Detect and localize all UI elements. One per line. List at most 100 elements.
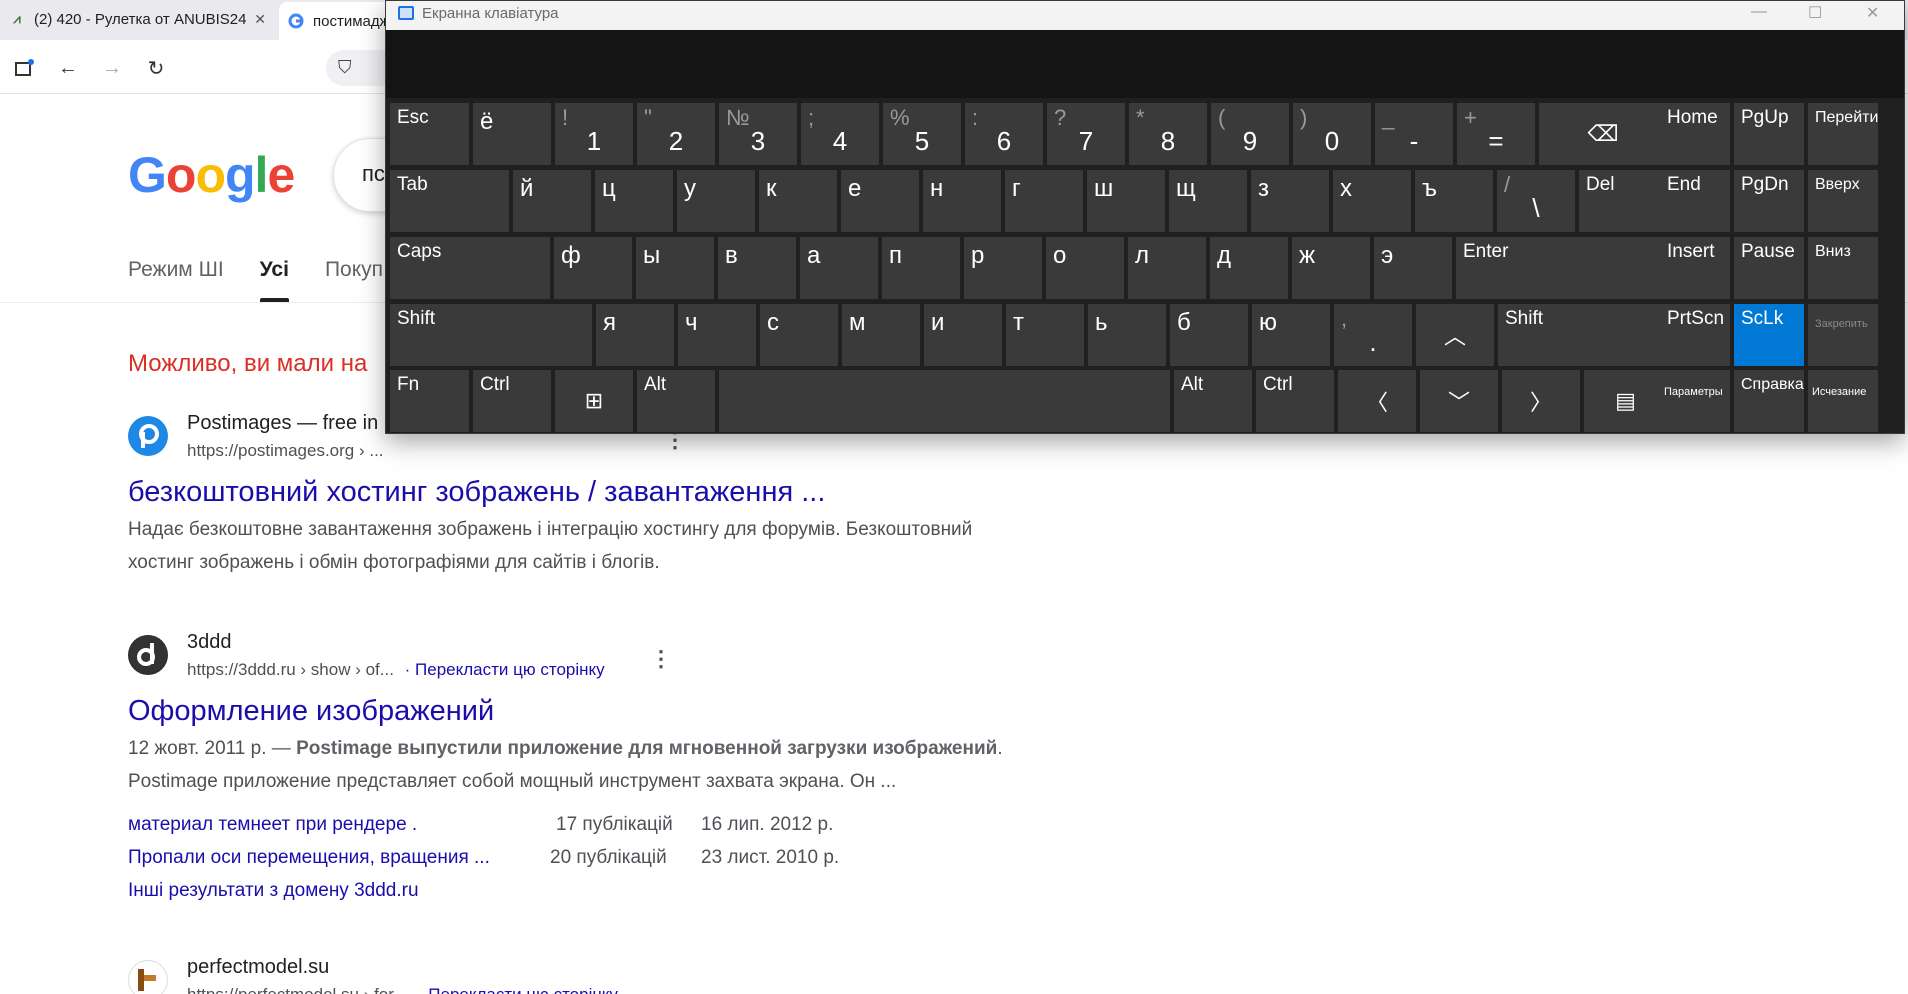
- key-ы[interactable]: ы: [636, 237, 714, 299]
- translate-link[interactable]: · Перекласти цю сторінку: [405, 660, 605, 679]
- key-end[interactable]: End: [1660, 170, 1730, 232]
- minimize-icon[interactable]: —: [1751, 3, 1767, 21]
- key-shift[interactable]: Shift: [390, 304, 592, 366]
- key-и[interactable]: и: [924, 304, 1002, 366]
- key-у[interactable]: у: [677, 170, 755, 232]
- key-7[interactable]: ? 7: [1047, 103, 1125, 165]
- arrow-down-key[interactable]: ﹀: [1420, 370, 1498, 432]
- key-з[interactable]: з: [1251, 170, 1329, 232]
- key-закрепить[interactable]: Закрепить: [1808, 304, 1878, 366]
- browser-tab-google[interactable]: постимадж: [279, 2, 399, 40]
- key-н[interactable]: н: [923, 170, 1001, 232]
- key-\[interactable]: / \: [1497, 170, 1575, 232]
- result-header[interactable]: perfectmodel.su https://perfectmodel.su …: [128, 956, 1128, 994]
- tab-ai-mode[interactable]: Режим ШІ: [128, 258, 224, 298]
- key-с[interactable]: с: [760, 304, 838, 366]
- key-.[interactable]: ,.: [1334, 304, 1412, 366]
- tab-shopping[interactable]: Покуп: [325, 258, 383, 298]
- key-й[interactable]: й: [513, 170, 591, 232]
- key-ctrl[interactable]: Ctrl: [473, 370, 551, 432]
- key-ф[interactable]: ф: [554, 237, 632, 299]
- key-insert[interactable]: Insert: [1660, 237, 1730, 299]
- key-о[interactable]: о: [1046, 237, 1124, 299]
- key-вниз[interactable]: Вниз: [1808, 237, 1878, 299]
- key-ь[interactable]: ь: [1088, 304, 1166, 366]
- menu-key[interactable]: ▤: [1584, 370, 1667, 432]
- more-results-link[interactable]: Інші результати з домену 3ddd.ru: [128, 880, 419, 902]
- arrow-left-key[interactable]: 〈: [1338, 370, 1416, 432]
- key-ш[interactable]: ш: [1087, 170, 1165, 232]
- key-ж[interactable]: ж: [1292, 237, 1370, 299]
- sublink[interactable]: материал темнеет при рендере .: [128, 814, 556, 836]
- key-tab[interactable]: Tab: [390, 170, 509, 232]
- key-ю[interactable]: ю: [1252, 304, 1330, 366]
- key-4[interactable]: ; 4: [801, 103, 879, 165]
- key--[interactable]: _ -: [1375, 103, 1453, 165]
- key-shift[interactable]: Shift: [1498, 304, 1667, 366]
- close-icon[interactable]: ✕: [1866, 3, 1879, 23]
- key-del[interactable]: Del: [1579, 170, 1667, 232]
- key-sclk[interactable]: ScLk: [1734, 304, 1804, 366]
- close-tab-icon[interactable]: ✕: [254, 11, 266, 28]
- key-0[interactable]: ) 0: [1293, 103, 1371, 165]
- maximize-icon[interactable]: ☐: [1808, 3, 1822, 23]
- key-р[interactable]: р: [964, 237, 1042, 299]
- key-5[interactable]: % 5: [883, 103, 961, 165]
- key-fn[interactable]: Fn: [390, 370, 469, 432]
- key-2[interactable]: " 2: [637, 103, 715, 165]
- windows-key[interactable]: ⊞: [555, 370, 633, 432]
- forward-icon[interactable]: →: [98, 54, 126, 82]
- key-3[interactable]: № 3: [719, 103, 797, 165]
- key-я[interactable]: я: [596, 304, 674, 366]
- key-caps[interactable]: Caps: [390, 237, 550, 299]
- key-л[interactable]: л: [1128, 237, 1206, 299]
- key-pgdn[interactable]: PgDn: [1734, 170, 1804, 232]
- key-pause[interactable]: Pause: [1734, 237, 1804, 299]
- key-м[interactable]: м: [842, 304, 920, 366]
- key-=[interactable]: + =: [1457, 103, 1535, 165]
- back-icon[interactable]: ←: [54, 54, 82, 82]
- backspace-key[interactable]: ⌫: [1539, 103, 1667, 165]
- key-1[interactable]: ! 1: [555, 103, 633, 165]
- key-ч[interactable]: ч: [678, 304, 756, 366]
- osk-title-bar[interactable]: Екранна клавіатура — ☐ ✕: [386, 1, 1904, 30]
- key-6[interactable]: :6: [965, 103, 1043, 165]
- key-prtscn[interactable]: PrtScn: [1660, 304, 1730, 366]
- space-key[interactable]: [719, 370, 1170, 432]
- key-ctrl[interactable]: Ctrl: [1256, 370, 1334, 432]
- key-8[interactable]: * 8: [1129, 103, 1207, 165]
- google-logo[interactable]: Google: [128, 146, 295, 204]
- key-а[interactable]: а: [800, 237, 878, 299]
- key-е[interactable]: е: [841, 170, 919, 232]
- key-enter[interactable]: Enter: [1456, 237, 1667, 299]
- key-перейти[interactable]: Перейти: [1808, 103, 1878, 165]
- key-ц[interactable]: ц: [595, 170, 673, 232]
- key-т[interactable]: т: [1006, 304, 1084, 366]
- key-э[interactable]: э: [1374, 237, 1452, 299]
- result-title[interactable]: Оформление изображений: [128, 695, 1128, 728]
- tab-groups-icon[interactable]: [10, 54, 38, 82]
- key-п[interactable]: п: [882, 237, 960, 299]
- key-г[interactable]: г: [1005, 170, 1083, 232]
- key-справка[interactable]: Справка: [1734, 370, 1804, 432]
- result-title[interactable]: безкоштовний хостинг зображень / заванта…: [128, 476, 1128, 509]
- key-9[interactable]: (9: [1211, 103, 1289, 165]
- arrow-right-key[interactable]: 〉: [1502, 370, 1580, 432]
- key-щ[interactable]: щ: [1169, 170, 1247, 232]
- key-alt[interactable]: Alt: [637, 370, 715, 432]
- key-ъ[interactable]: ъ: [1415, 170, 1493, 232]
- translate-link[interactable]: · Перекласти цю сторінку: [418, 985, 618, 994]
- spell-suggestion[interactable]: Можливо, ви мали на: [128, 350, 367, 378]
- key-исчезание[interactable]: Исчезание: [1808, 370, 1878, 432]
- key-д[interactable]: д: [1210, 237, 1288, 299]
- more-options-icon[interactable]: ⋮: [650, 648, 672, 670]
- key-к[interactable]: к: [759, 170, 837, 232]
- result-header[interactable]: 3ddd https://3ddd.ru › show › of... · Пе…: [128, 631, 1128, 685]
- key-б[interactable]: б: [1170, 304, 1248, 366]
- tab-all[interactable]: Усі: [259, 258, 290, 302]
- key-вверх[interactable]: Вверх: [1808, 170, 1878, 232]
- sublink[interactable]: Пропали оси перемещения, вращения ...: [128, 847, 550, 869]
- more-options-icon[interactable]: ⋮: [664, 429, 686, 451]
- key-в[interactable]: в: [718, 237, 796, 299]
- key-pgup[interactable]: PgUp: [1734, 103, 1804, 165]
